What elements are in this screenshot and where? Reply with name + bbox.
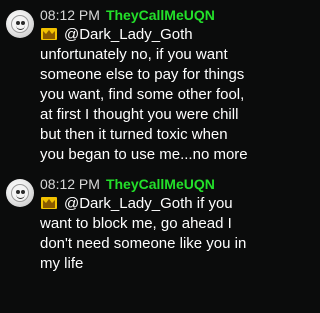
message-body: @Dark_Lady_Goth if you want to block me,… — [40, 194, 254, 274]
message-timestamp: 08:12 PM — [40, 176, 100, 192]
message-header: 08:12 PM TheyCallMeUQN — [40, 6, 254, 24]
chat-message: 08:12 PM TheyCallMeUQN @Dark_Lady_Goth un… — [0, 6, 260, 165]
crown-icon — [41, 28, 57, 40]
username[interactable]: TheyCallMeUQN — [106, 176, 215, 192]
message-text: @Dark_Lady_Goth if you want to block me,… — [40, 195, 247, 272]
chat-message: 08:12 PM TheyCallMeUQN @Dark_Lady_Goth if… — [0, 175, 260, 274]
message-header: 08:12 PM TheyCallMeUQN — [40, 175, 254, 193]
message-timestamp: 08:12 PM — [40, 7, 100, 23]
message-text: @Dark_Lady_Goth unfortunately no, if you… — [40, 26, 248, 163]
avatar[interactable] — [6, 179, 34, 207]
chat-log: 08:12 PM TheyCallMeUQN @Dark_Lady_Goth un… — [0, 0, 260, 313]
crown-icon — [41, 197, 57, 209]
avatar-face — [11, 15, 29, 33]
username[interactable]: TheyCallMeUQN — [106, 7, 215, 23]
message-body: @Dark_Lady_Goth unfortunately no, if you… — [40, 25, 254, 165]
avatar-face — [11, 184, 29, 202]
avatar[interactable] — [6, 10, 34, 38]
